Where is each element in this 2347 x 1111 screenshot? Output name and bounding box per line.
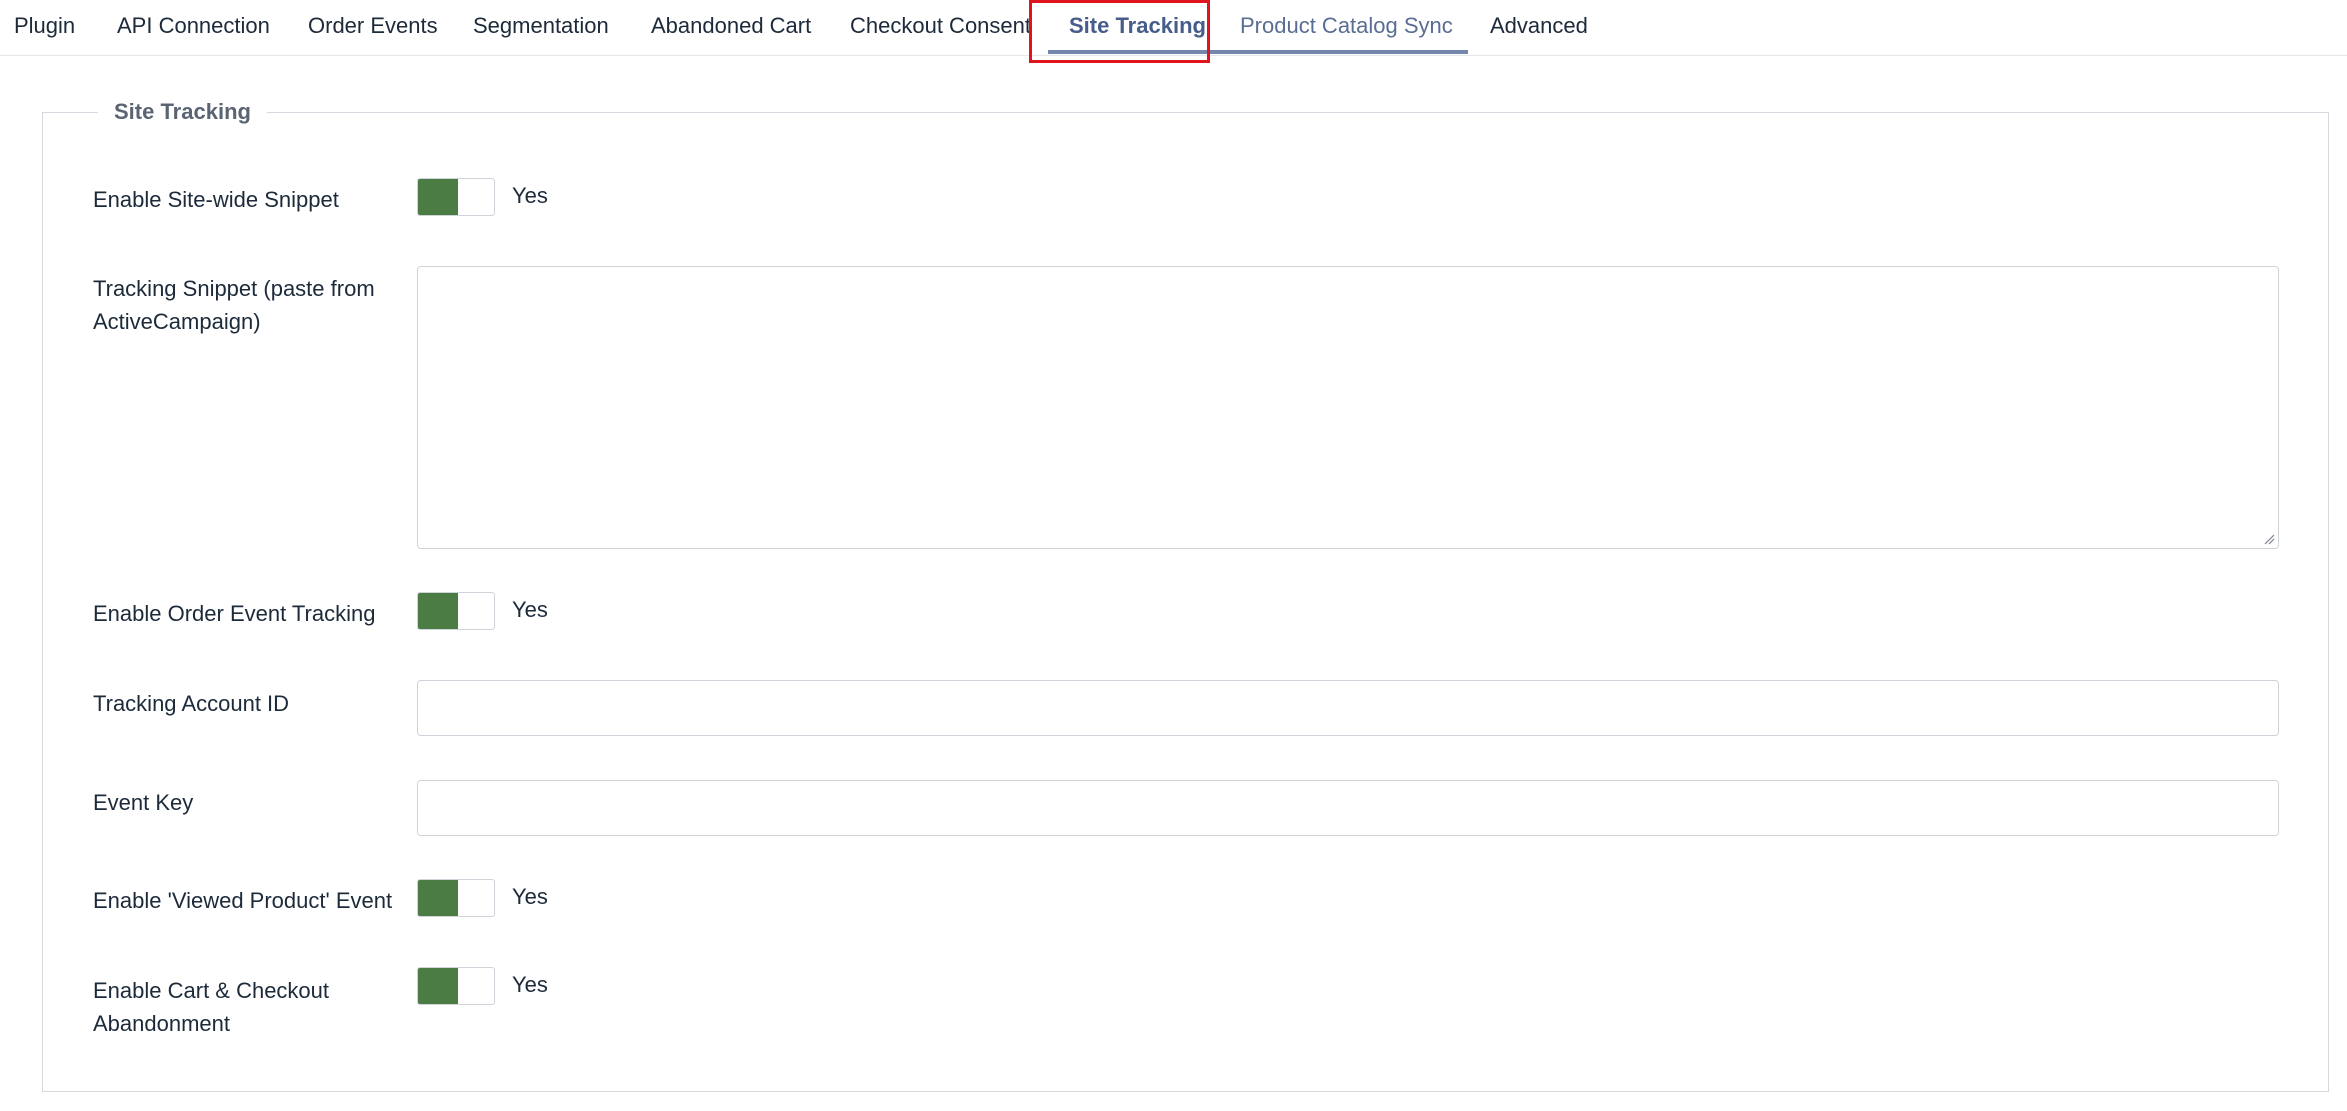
cart-checkout-abandonment-label: Enable Cart & Checkout Abandonment	[93, 978, 330, 1036]
order-event-tracking-value: Yes	[512, 597, 548, 622]
toggle-on-indicator	[418, 593, 458, 629]
tab-advanced[interactable]: Advanced	[1490, 0, 1588, 56]
cart-checkout-abandonment-value: Yes	[512, 972, 548, 997]
toggle-on-indicator	[418, 179, 458, 215]
resize-grip-icon[interactable]	[2263, 533, 2275, 545]
toggle-on-indicator	[418, 968, 458, 1004]
active-tab-underline	[1048, 50, 1468, 54]
tracking-account-id-label: Tracking Account ID	[93, 691, 290, 716]
tracking-snippet-textarea[interactable]	[417, 266, 2279, 549]
sitewide-snippet-toggle[interactable]	[417, 178, 495, 216]
order-event-tracking-toggle[interactable]	[417, 592, 495, 630]
tracking-account-id-input[interactable]	[417, 680, 2279, 736]
viewed-product-event-value: Yes	[512, 884, 548, 909]
viewed-product-event-toggle[interactable]	[417, 879, 495, 917]
sitewide-snippet-value: Yes	[512, 183, 548, 208]
order-event-tracking-label: Enable Order Event Tracking	[93, 601, 376, 626]
event-key-input[interactable]	[417, 780, 2279, 836]
tab-product-catalog-sync[interactable]: Product Catalog Sync	[1240, 0, 1453, 56]
event-key-label: Event Key	[93, 790, 194, 815]
viewed-product-event-label: Enable 'Viewed Product' Event	[93, 888, 393, 913]
tab-abandoned-cart[interactable]: Abandoned Cart	[651, 0, 811, 56]
cart-checkout-abandonment-toggle[interactable]	[417, 967, 495, 1005]
tab-order-events[interactable]: Order Events	[308, 0, 438, 56]
tab-checkout-consent[interactable]: Checkout Consent	[850, 0, 1031, 56]
tab-bar: Plugin API Connection Order Events Segme…	[0, 0, 2347, 56]
tracking-snippet-label: Tracking Snippet (paste from ActiveCampa…	[93, 276, 375, 334]
tab-site-tracking[interactable]: Site Tracking	[1069, 0, 1206, 56]
tab-plugin[interactable]: Plugin	[14, 0, 75, 56]
tab-api-connection[interactable]: API Connection	[117, 0, 270, 56]
sitewide-snippet-label: Enable Site-wide Snippet	[93, 187, 339, 212]
tab-segmentation[interactable]: Segmentation	[473, 0, 609, 56]
toggle-on-indicator	[418, 880, 458, 916]
fieldset-legend: Site Tracking	[98, 96, 267, 128]
